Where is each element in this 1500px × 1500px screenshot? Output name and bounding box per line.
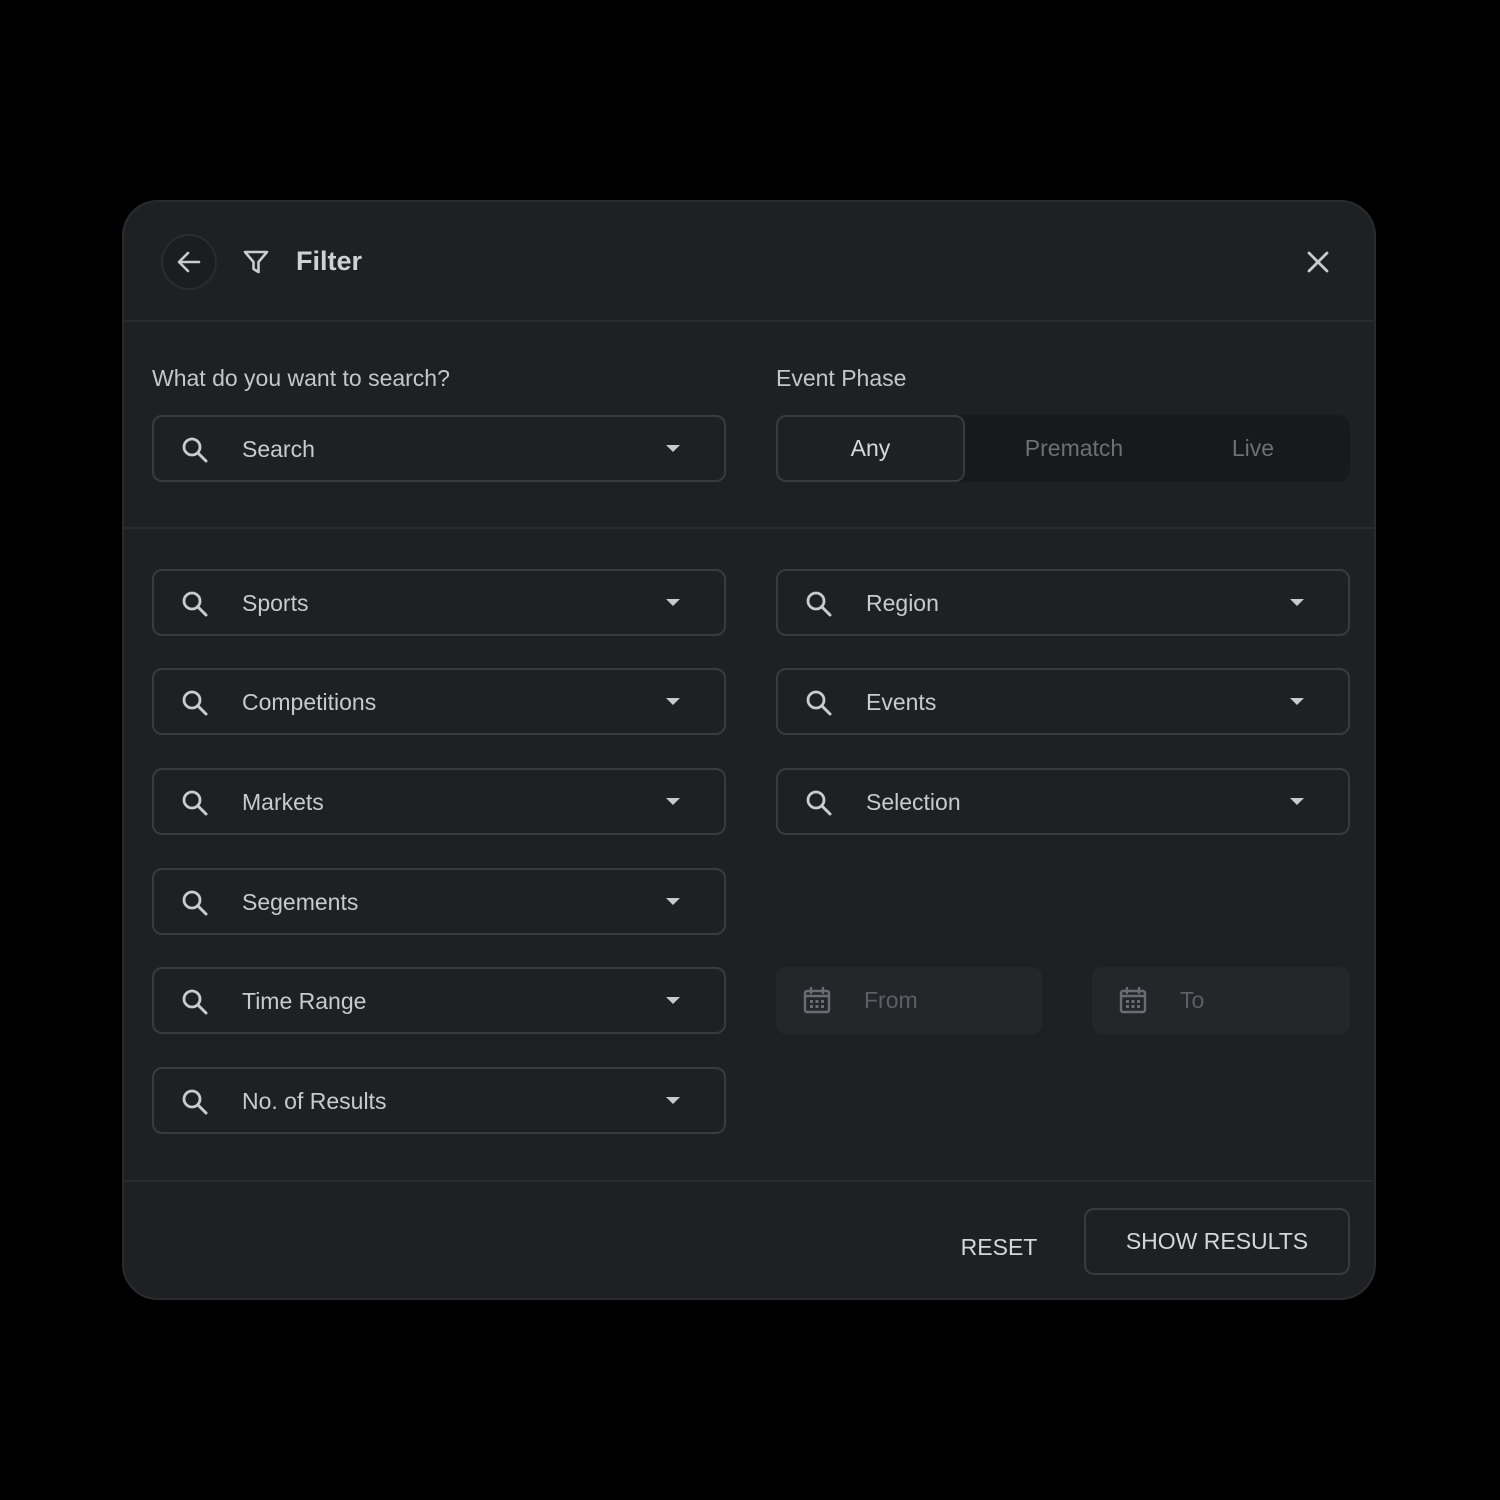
search-icon [182,790,208,816]
chevron-down-icon [1290,599,1304,606]
dialog-title: Filter [296,246,363,276]
chevron-down-icon [666,445,680,452]
date-from-input[interactable]: From [776,967,1042,1034]
selection-label: Selection [866,789,961,815]
results-count-dropdown[interactable]: No. of Results [152,1067,726,1134]
selection-dropdown[interactable]: Selection [776,768,1350,835]
chevron-down-icon [666,798,680,805]
search-section-label: What do you want to search? [152,365,450,391]
search-icon [182,591,208,617]
show-results-button[interactable]: SHOW RESULTS [1084,1208,1350,1275]
funnel-icon [243,250,269,274]
search-icon [182,437,208,463]
section-divider [124,527,1374,529]
calendar-icon [1119,986,1147,1014]
search-icon [182,690,208,716]
dialog-header: Filter [124,202,1374,322]
search-dropdown[interactable]: Search [152,415,726,482]
event-phase-live[interactable]: Live [1183,415,1323,482]
close-icon [1307,251,1329,273]
event-phase-toggle: Any Prematch Live [776,415,1350,482]
search-icon [806,591,832,617]
results-count-label: No. of Results [242,1088,387,1114]
search-icon [806,690,832,716]
region-dropdown[interactable]: Region [776,569,1350,636]
chevron-down-icon [666,1097,680,1104]
markets-dropdown[interactable]: Markets [152,768,726,835]
sports-label: Sports [242,590,309,616]
arrow-left-icon [177,251,201,273]
chevron-down-icon [666,599,680,606]
chevron-down-icon [666,698,680,705]
chevron-down-icon [1290,798,1304,805]
search-dropdown-label: Search [242,436,315,462]
search-icon [182,890,208,916]
search-icon [182,989,208,1015]
competitions-label: Competitions [242,689,377,715]
close-button[interactable] [1302,246,1334,278]
date-to-input[interactable]: To [1092,967,1350,1034]
chevron-down-icon [1290,698,1304,705]
events-dropdown[interactable]: Events [776,668,1350,735]
filter-dialog: Filter What do you want to search? Searc… [122,200,1376,1300]
segments-dropdown[interactable]: Segements [152,868,726,935]
sports-dropdown[interactable]: Sports [152,569,726,636]
reset-button[interactable]: RESET [944,1227,1054,1267]
footer-divider [124,1180,1374,1182]
search-icon [182,1089,208,1115]
date-from-placeholder: From [864,987,918,1013]
event-phase-prematch[interactable]: Prematch [965,415,1183,482]
chevron-down-icon [666,898,680,905]
event-phase-label: Event Phase [776,365,907,391]
event-phase-any[interactable]: Any [776,415,965,482]
chevron-down-icon [666,997,680,1004]
events-label: Events [866,689,937,715]
markets-label: Markets [242,789,324,815]
calendar-icon [803,986,831,1014]
segments-label: Segements [242,889,359,915]
back-button[interactable] [161,234,217,290]
time-range-label: Time Range [242,988,367,1014]
search-icon [806,790,832,816]
competitions-dropdown[interactable]: Competitions [152,668,726,735]
region-label: Region [866,590,939,616]
time-range-dropdown[interactable]: Time Range [152,967,726,1034]
date-to-placeholder: To [1180,987,1205,1013]
